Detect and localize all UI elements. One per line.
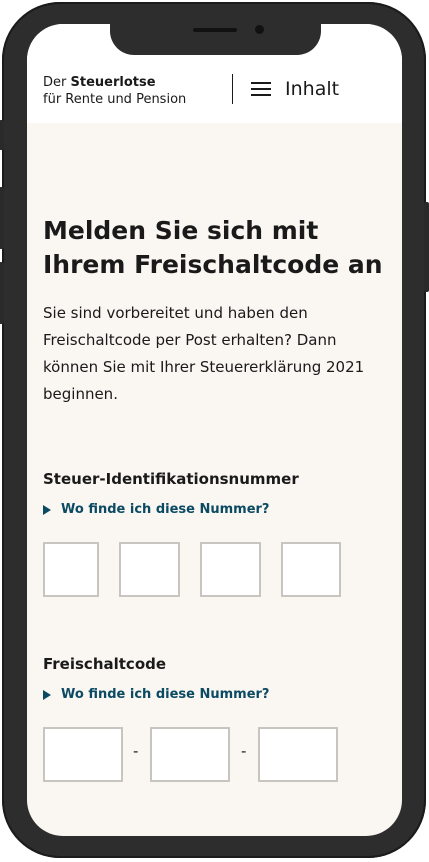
menu-button[interactable]: Inhalt <box>251 78 339 100</box>
main-content: Melden Sie sich mit Ihrem Freischaltcode… <box>43 214 383 408</box>
unlock-code-label: Freischaltcode <box>43 655 167 673</box>
intro-text: Sie sind vorbereitet und haben den Freis… <box>43 304 365 403</box>
tax-id-label: Steuer-Identifikationsnummer <box>43 470 299 488</box>
menu-label: Inhalt <box>285 78 340 100</box>
hamburger-icon <box>251 81 271 97</box>
screen: Der Steuerlotse für Rente und Pension In… <box>27 24 402 836</box>
unlock-code-help-link[interactable]: Wo finde ich diese Nummer? <box>43 687 269 702</box>
volume-down-button <box>0 262 4 324</box>
front-camera <box>255 25 264 34</box>
triangle-right-icon <box>43 689 51 700</box>
mute-switch <box>0 120 4 150</box>
brand-tagline: für Rente und Pension <box>43 92 187 107</box>
unlock-code-input-1[interactable] <box>43 727 123 782</box>
page-title: Melden Sie sich mit Ihrem Freischaltcode… <box>43 216 383 279</box>
tax-id-help-link[interactable]: Wo finde ich diese Nummer? <box>43 502 269 517</box>
brand-prefix: Der <box>43 75 71 90</box>
tax-id-input-3[interactable] <box>200 542 261 597</box>
unlock-code-input-3[interactable] <box>258 727 338 782</box>
phone-notch <box>110 22 321 55</box>
speaker-grille <box>193 28 237 32</box>
volume-up-button <box>0 187 4 249</box>
unlock-code-input-2[interactable] <box>150 727 230 782</box>
triangle-right-icon <box>43 504 51 515</box>
unlock-code-separator: - <box>133 742 139 760</box>
power-button <box>424 202 429 292</box>
unlock-code-help-label: Wo finde ich diese Nummer? <box>61 687 270 702</box>
tax-id-help-label: Wo finde ich diese Nummer? <box>61 502 270 517</box>
site-logo[interactable]: Der Steuerlotse für Rente und Pension <box>43 74 186 108</box>
unlock-code-separator: - <box>241 742 247 760</box>
header-divider <box>232 74 233 104</box>
tax-id-input-1[interactable] <box>43 542 99 597</box>
tax-id-input-4[interactable] <box>281 542 341 597</box>
brand-name: Steuerlotse <box>70 75 156 90</box>
tax-id-input-2[interactable] <box>119 542 180 597</box>
